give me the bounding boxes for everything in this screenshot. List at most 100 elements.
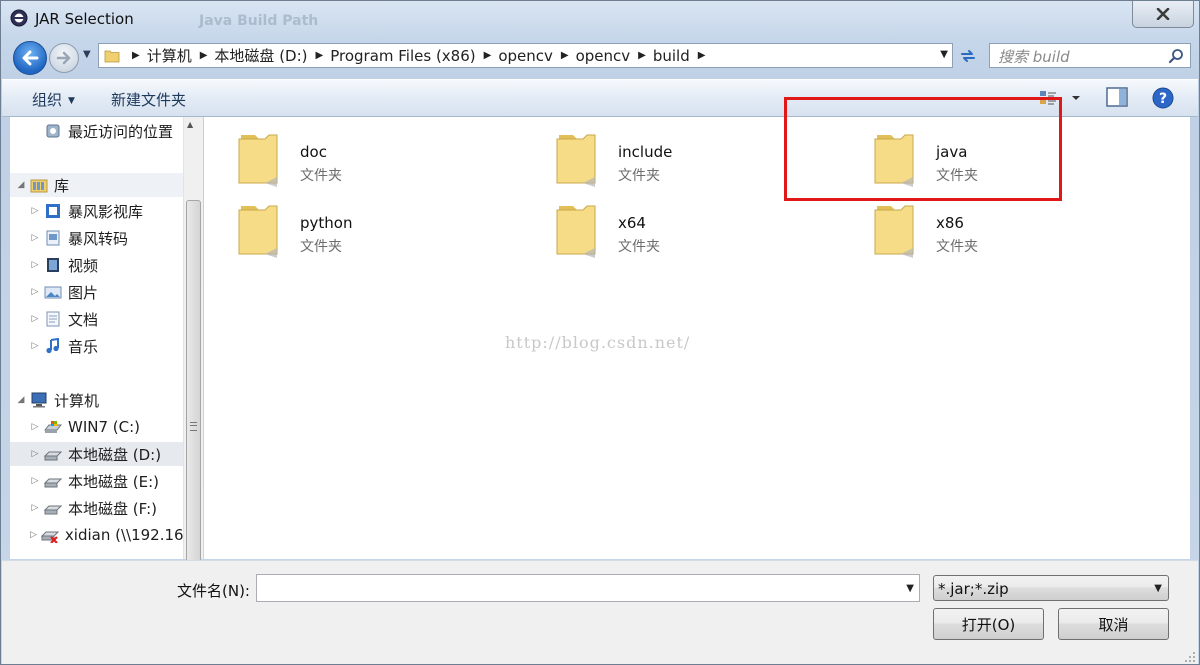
chevron-down-icon[interactable]: ▼ bbox=[906, 583, 914, 594]
breadcrumb-separator-icon[interactable]: ▶ bbox=[484, 50, 492, 61]
breadcrumb-opencv-sub[interactable]: opencv bbox=[576, 47, 631, 65]
computer-icon bbox=[31, 392, 47, 408]
recent-pages-dropdown-icon[interactable]: ▼ bbox=[83, 49, 91, 60]
navigation-pane[interactable]: 最近访问的位置 ◢ 库 ▷ 暴风影视库 ▷ 暴风转码 ▷ 视频 ▷ 图片 ▷ 文… bbox=[10, 117, 183, 559]
folder-item-x64[interactable]: x64 文件夹 bbox=[527, 194, 827, 258]
breadcrumb-drive-d[interactable]: 本地磁盘 (D:) bbox=[214, 45, 307, 66]
folder-item-doc[interactable]: doc 文件夹 bbox=[209, 123, 509, 187]
sidebar-item-videos[interactable]: ▷ 视频 bbox=[10, 253, 183, 277]
sidebar-item-label: 本地磁盘 (E:) bbox=[68, 472, 160, 491]
forward-button[interactable] bbox=[49, 43, 79, 73]
sidebar-item-pictures[interactable]: ▷ 图片 bbox=[10, 280, 183, 304]
breadcrumb-opencv[interactable]: opencv bbox=[498, 47, 553, 65]
sidebar-item-network-drive[interactable]: ▷ xidian (\\192.16 bbox=[10, 523, 183, 547]
folder-name: include bbox=[618, 143, 673, 161]
collapsed-arrow-icon[interactable]: ▷ bbox=[30, 287, 40, 297]
sidebar-item-baofeng-library[interactable]: ▷ 暴风影视库 bbox=[10, 199, 183, 223]
close-button[interactable] bbox=[1132, 1, 1194, 28]
filename-combobox[interactable]: ▼ bbox=[256, 574, 920, 602]
folder-icon bbox=[238, 134, 278, 187]
breadcrumb-separator-icon[interactable]: ▶ bbox=[561, 50, 569, 61]
expanded-arrow-icon[interactable]: ◢ bbox=[16, 180, 26, 190]
collapsed-arrow-icon[interactable]: ▷ bbox=[30, 503, 40, 513]
search-icon[interactable] bbox=[1168, 48, 1184, 64]
folder-item-x86[interactable]: x86 文件夹 bbox=[845, 194, 1145, 258]
new-folder-button[interactable]: 新建文件夹 bbox=[111, 89, 186, 110]
collapsed-arrow-icon[interactable]: ▷ bbox=[30, 476, 40, 486]
collapsed-arrow-icon[interactable]: ▷ bbox=[30, 206, 40, 216]
sidebar-scrollbar[interactable]: ▲ bbox=[183, 117, 203, 562]
video-library-icon bbox=[46, 204, 60, 218]
breadcrumb-separator-icon[interactable]: ▶ bbox=[200, 50, 208, 61]
picture-icon bbox=[44, 286, 62, 299]
collapsed-arrow-icon[interactable]: ▷ bbox=[30, 260, 40, 270]
sidebar-item-libraries[interactable]: ◢ 库 bbox=[10, 173, 183, 197]
breadcrumb-separator-icon[interactable]: ▶ bbox=[316, 50, 324, 61]
folder-type: 文件夹 bbox=[300, 239, 342, 255]
filename-input[interactable] bbox=[261, 579, 885, 599]
scroll-up-arrow-icon[interactable]: ▲ bbox=[187, 120, 193, 129]
sidebar-item-label: 本地磁盘 (D:) bbox=[68, 445, 162, 464]
sidebar-item-label: 暴风转码 bbox=[68, 229, 129, 248]
background-window-title: Java Build Path bbox=[199, 13, 319, 29]
sidebar-item-drive-d[interactable]: ▷ 本地磁盘 (D:) bbox=[10, 442, 183, 466]
expanded-arrow-icon[interactable]: ◢ bbox=[16, 395, 26, 405]
breadcrumb-build[interactable]: build bbox=[653, 47, 690, 65]
collapsed-arrow-icon[interactable]: ▷ bbox=[30, 341, 40, 351]
folder-name: x64 bbox=[618, 214, 646, 232]
folder-item-python[interactable]: python 文件夹 bbox=[209, 194, 509, 258]
chevron-down-icon: ▼ bbox=[1154, 583, 1162, 594]
collapsed-arrow-icon[interactable]: ▷ bbox=[30, 449, 40, 459]
sidebar-item-computer[interactable]: ◢ 计算机 bbox=[10, 388, 183, 412]
sidebar-item-drive-c[interactable]: ▷ WIN7 (C:) bbox=[10, 415, 183, 439]
folder-item-include[interactable]: include 文件夹 bbox=[527, 123, 827, 187]
grip-icon bbox=[190, 422, 197, 431]
sidebar-item-label: WIN7 (C:) bbox=[68, 418, 141, 436]
breadcrumb-computer[interactable]: 计算机 bbox=[147, 45, 192, 66]
cancel-button[interactable]: 取消 bbox=[1058, 608, 1169, 640]
sidebar-item-music[interactable]: ▷ 音乐 bbox=[10, 334, 183, 358]
search-input[interactable] bbox=[996, 46, 1165, 67]
collapsed-arrow-icon[interactable]: ▷ bbox=[30, 530, 37, 540]
breadcrumb-separator-icon[interactable]: ▶ bbox=[132, 50, 140, 61]
filetype-select[interactable]: *.jar;*.zip ▼ bbox=[933, 575, 1169, 601]
preview-pane-icon[interactable] bbox=[1106, 87, 1128, 107]
breadcrumb-separator-icon[interactable]: ▶ bbox=[638, 50, 646, 61]
file-list-view[interactable]: doc 文件夹 include 文件夹 java 文件夹 python 文件夹 … bbox=[204, 97, 1190, 559]
sidebar-item-drive-f[interactable]: ▷ 本地磁盘 (F:) bbox=[10, 496, 183, 520]
collapsed-arrow-icon[interactable]: ▷ bbox=[30, 314, 40, 324]
sidebar-item-recent[interactable]: 最近访问的位置 bbox=[10, 119, 183, 143]
sidebar-item-baofeng-transcode[interactable]: ▷ 暴风转码 bbox=[10, 226, 183, 250]
watermark-text: http://blog.csdn.net/ bbox=[505, 333, 691, 352]
arrow-left-icon bbox=[22, 50, 39, 66]
eclipse-app-icon bbox=[10, 9, 28, 27]
breadcrumb-program-files[interactable]: Program Files (x86) bbox=[330, 47, 475, 65]
collapsed-arrow-icon[interactable]: ▷ bbox=[30, 422, 40, 432]
search-box[interactable] bbox=[989, 43, 1191, 68]
sidebar-item-documents[interactable]: ▷ 文档 bbox=[10, 307, 183, 331]
folder-type: 文件夹 bbox=[618, 168, 660, 184]
hard-drive-icon bbox=[44, 478, 62, 488]
folder-icon bbox=[874, 205, 914, 258]
sidebar-item-label: 文档 bbox=[68, 310, 99, 329]
breadcrumb-separator-icon[interactable]: ▶ bbox=[698, 50, 706, 61]
address-bar[interactable]: ▶ 计算机 ▶ 本地磁盘 (D:) ▶ Program Files (x86) … bbox=[98, 43, 953, 68]
organize-label: 组织 bbox=[32, 91, 63, 109]
system-drive-icon bbox=[44, 421, 62, 433]
organize-menu-button[interactable]: 组织 ▼ bbox=[32, 89, 75, 110]
library-icon bbox=[30, 179, 48, 193]
resize-grip-icon[interactable] bbox=[1184, 651, 1196, 663]
sidebar-item-label: 音乐 bbox=[68, 337, 99, 356]
folder-icon bbox=[238, 205, 278, 258]
sidebar-item-drive-e[interactable]: ▷ 本地磁盘 (E:) bbox=[10, 469, 183, 493]
back-button[interactable] bbox=[13, 41, 47, 75]
collapsed-arrow-icon[interactable]: ▷ bbox=[30, 233, 40, 243]
open-button[interactable]: 打开(O) bbox=[933, 608, 1044, 640]
address-history-dropdown-icon[interactable]: ▼ bbox=[940, 49, 948, 60]
hard-drive-icon bbox=[44, 451, 62, 461]
scrollbar-thumb[interactable] bbox=[186, 200, 201, 562]
sidebar-item-label: xidian (\\192.16 bbox=[64, 526, 183, 544]
refresh-button[interactable] bbox=[956, 43, 980, 68]
close-icon bbox=[1156, 8, 1170, 20]
help-icon[interactable]: ? bbox=[1152, 87, 1174, 109]
